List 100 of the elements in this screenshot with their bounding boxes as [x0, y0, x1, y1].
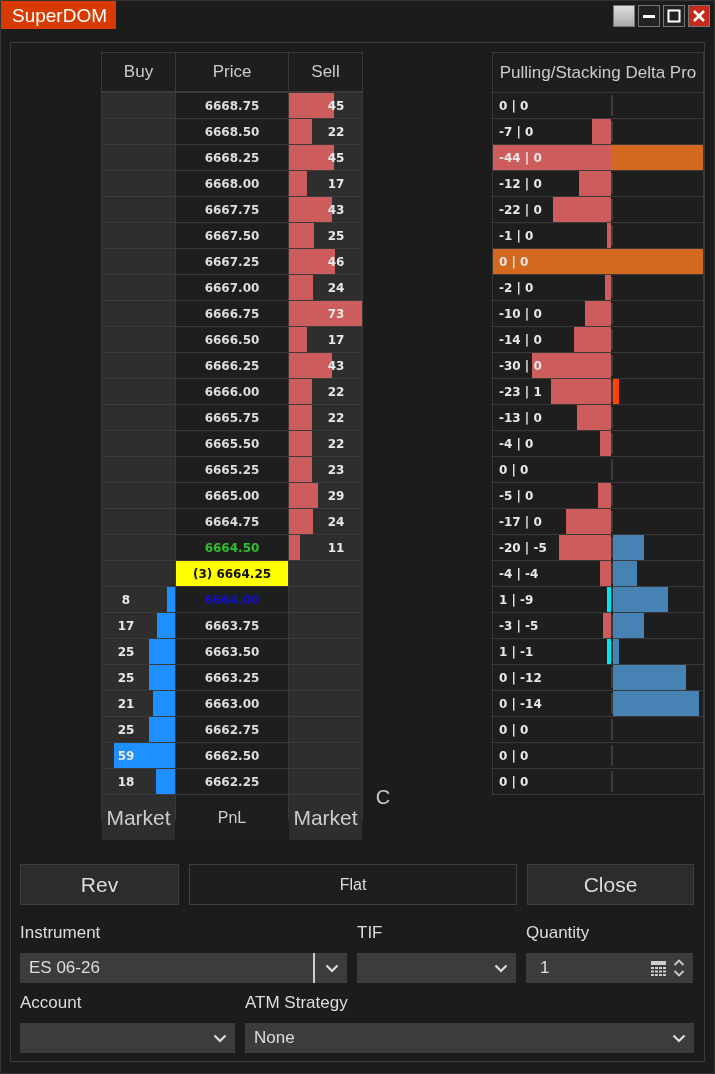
- delta-value: -2 | 0: [499, 279, 534, 297]
- buy-cell[interactable]: [102, 145, 175, 170]
- buy-cell[interactable]: 8: [102, 587, 175, 612]
- price-cell[interactable]: 6665.00: [176, 483, 288, 508]
- buy-cell[interactable]: [102, 483, 175, 508]
- buy-cell[interactable]: [102, 379, 175, 404]
- buy-cell[interactable]: 18: [102, 769, 175, 794]
- sell-cell[interactable]: 17: [289, 327, 362, 352]
- buy-cell[interactable]: [102, 93, 175, 118]
- buy-market-button[interactable]: Market: [102, 795, 175, 840]
- buy-cell[interactable]: [102, 171, 175, 196]
- price-cell[interactable]: 6667.00: [176, 275, 288, 300]
- sell-cell[interactable]: 25: [289, 223, 362, 248]
- maximize-icon: [667, 9, 681, 23]
- buy-cell[interactable]: [102, 275, 175, 300]
- account-dropdown[interactable]: [20, 1023, 235, 1053]
- sell-cell[interactable]: [289, 691, 362, 716]
- sell-cell[interactable]: [289, 639, 362, 664]
- sell-cell[interactable]: 29: [289, 483, 362, 508]
- price-cell[interactable]: 6667.25: [176, 249, 288, 274]
- buy-cell[interactable]: [102, 561, 175, 586]
- price-cell[interactable]: 6663.00: [176, 691, 288, 716]
- buy-cell[interactable]: [102, 327, 175, 352]
- buy-cell[interactable]: [102, 197, 175, 222]
- buy-cell[interactable]: [102, 249, 175, 274]
- price-cell[interactable]: 6666.50: [176, 327, 288, 352]
- price-cell[interactable]: 6668.25: [176, 145, 288, 170]
- sell-cell[interactable]: 22: [289, 119, 362, 144]
- price-cell[interactable]: 6662.75: [176, 717, 288, 742]
- sell-cell[interactable]: 11: [289, 535, 362, 560]
- sell-cell[interactable]: 17: [289, 171, 362, 196]
- buy-cell[interactable]: [102, 119, 175, 144]
- calculator-icon: [650, 959, 667, 977]
- sell-cell[interactable]: 22: [289, 405, 362, 430]
- buy-cell[interactable]: [102, 353, 175, 378]
- sell-cell[interactable]: [289, 665, 362, 690]
- price-cell[interactable]: 6665.50: [176, 431, 288, 456]
- price-cell[interactable]: 6666.75: [176, 301, 288, 326]
- price-cell[interactable]: 6666.00: [176, 379, 288, 404]
- field-value: None: [254, 1028, 295, 1048]
- minimize-button[interactable]: [638, 5, 660, 27]
- sell-cell[interactable]: 24: [289, 509, 362, 534]
- buy-cell[interactable]: 25: [102, 665, 175, 690]
- price-cell[interactable]: 6664.75: [176, 509, 288, 534]
- buy-cell[interactable]: [102, 457, 175, 482]
- buy-cell[interactable]: [102, 535, 175, 560]
- price-cell[interactable]: 6663.50: [176, 639, 288, 664]
- buy-cell[interactable]: 25: [102, 717, 175, 742]
- price-column-header: Price: [176, 53, 288, 91]
- sell-cell[interactable]: [289, 587, 362, 612]
- atm-strategy-dropdown[interactable]: None: [245, 1023, 694, 1053]
- price-cell[interactable]: 6664.50: [176, 535, 288, 560]
- delta-value: -23 | 1: [499, 383, 542, 401]
- bid-volume: 59: [116, 747, 136, 765]
- instrument-dropdown[interactable]: ES 06-26: [20, 953, 347, 983]
- sell-cell[interactable]: 23: [289, 457, 362, 482]
- tif-dropdown[interactable]: [357, 953, 516, 983]
- action-button[interactable]: Rev: [20, 864, 179, 905]
- buy-cell[interactable]: [102, 431, 175, 456]
- sell-cell[interactable]: 24: [289, 275, 362, 300]
- price-cell[interactable]: 6662.25: [176, 769, 288, 794]
- ask-volume: 22: [326, 383, 346, 401]
- buy-cell[interactable]: [102, 509, 175, 534]
- sell-cell[interactable]: 22: [289, 431, 362, 456]
- price-cell[interactable]: 6665.25: [176, 457, 288, 482]
- price-cell[interactable]: 6662.50: [176, 743, 288, 768]
- sell-cell[interactable]: [289, 743, 362, 768]
- sell-cell[interactable]: [289, 717, 362, 742]
- cancel-button[interactable]: C: [375, 775, 391, 820]
- sell-cell[interactable]: [289, 561, 362, 586]
- price-cell[interactable]: 6667.50: [176, 223, 288, 248]
- delta-value: 1 | -9: [499, 591, 534, 609]
- sell-market-button[interactable]: Market: [289, 795, 362, 840]
- chevron-down-icon: [213, 1033, 227, 1043]
- field-label: Account: [20, 993, 82, 1013]
- delta-value: 0 | 0: [499, 773, 529, 791]
- buy-cell[interactable]: 17: [102, 613, 175, 638]
- price-cell[interactable]: 6668.00: [176, 171, 288, 196]
- buy-cell[interactable]: 21: [102, 691, 175, 716]
- position-button[interactable]: Flat: [189, 864, 517, 905]
- buy-cell[interactable]: 25: [102, 639, 175, 664]
- price-cell[interactable]: (3) 6664.25: [176, 561, 288, 586]
- close-button[interactable]: [688, 5, 710, 27]
- buy-cell[interactable]: [102, 405, 175, 430]
- buy-cell[interactable]: [102, 301, 175, 326]
- delta-value: 0 | -12: [499, 669, 542, 687]
- price-cell[interactable]: 6668.50: [176, 119, 288, 144]
- buy-cell[interactable]: [102, 223, 175, 248]
- quantity-field[interactable]: 1: [526, 953, 693, 983]
- sell-cell[interactable]: 22: [289, 379, 362, 404]
- maximize-button[interactable]: [663, 5, 685, 27]
- action-button[interactable]: Close: [527, 864, 694, 905]
- price-cell[interactable]: 6668.75: [176, 93, 288, 118]
- price-cell[interactable]: 6667.75: [176, 197, 288, 222]
- price-cell[interactable]: 6663.75: [176, 613, 288, 638]
- sell-cell[interactable]: [289, 613, 362, 638]
- sell-cell[interactable]: [289, 769, 362, 794]
- price-cell[interactable]: 6666.25: [176, 353, 288, 378]
- price-cell[interactable]: 6663.25: [176, 665, 288, 690]
- price-cell[interactable]: 6665.75: [176, 405, 288, 430]
